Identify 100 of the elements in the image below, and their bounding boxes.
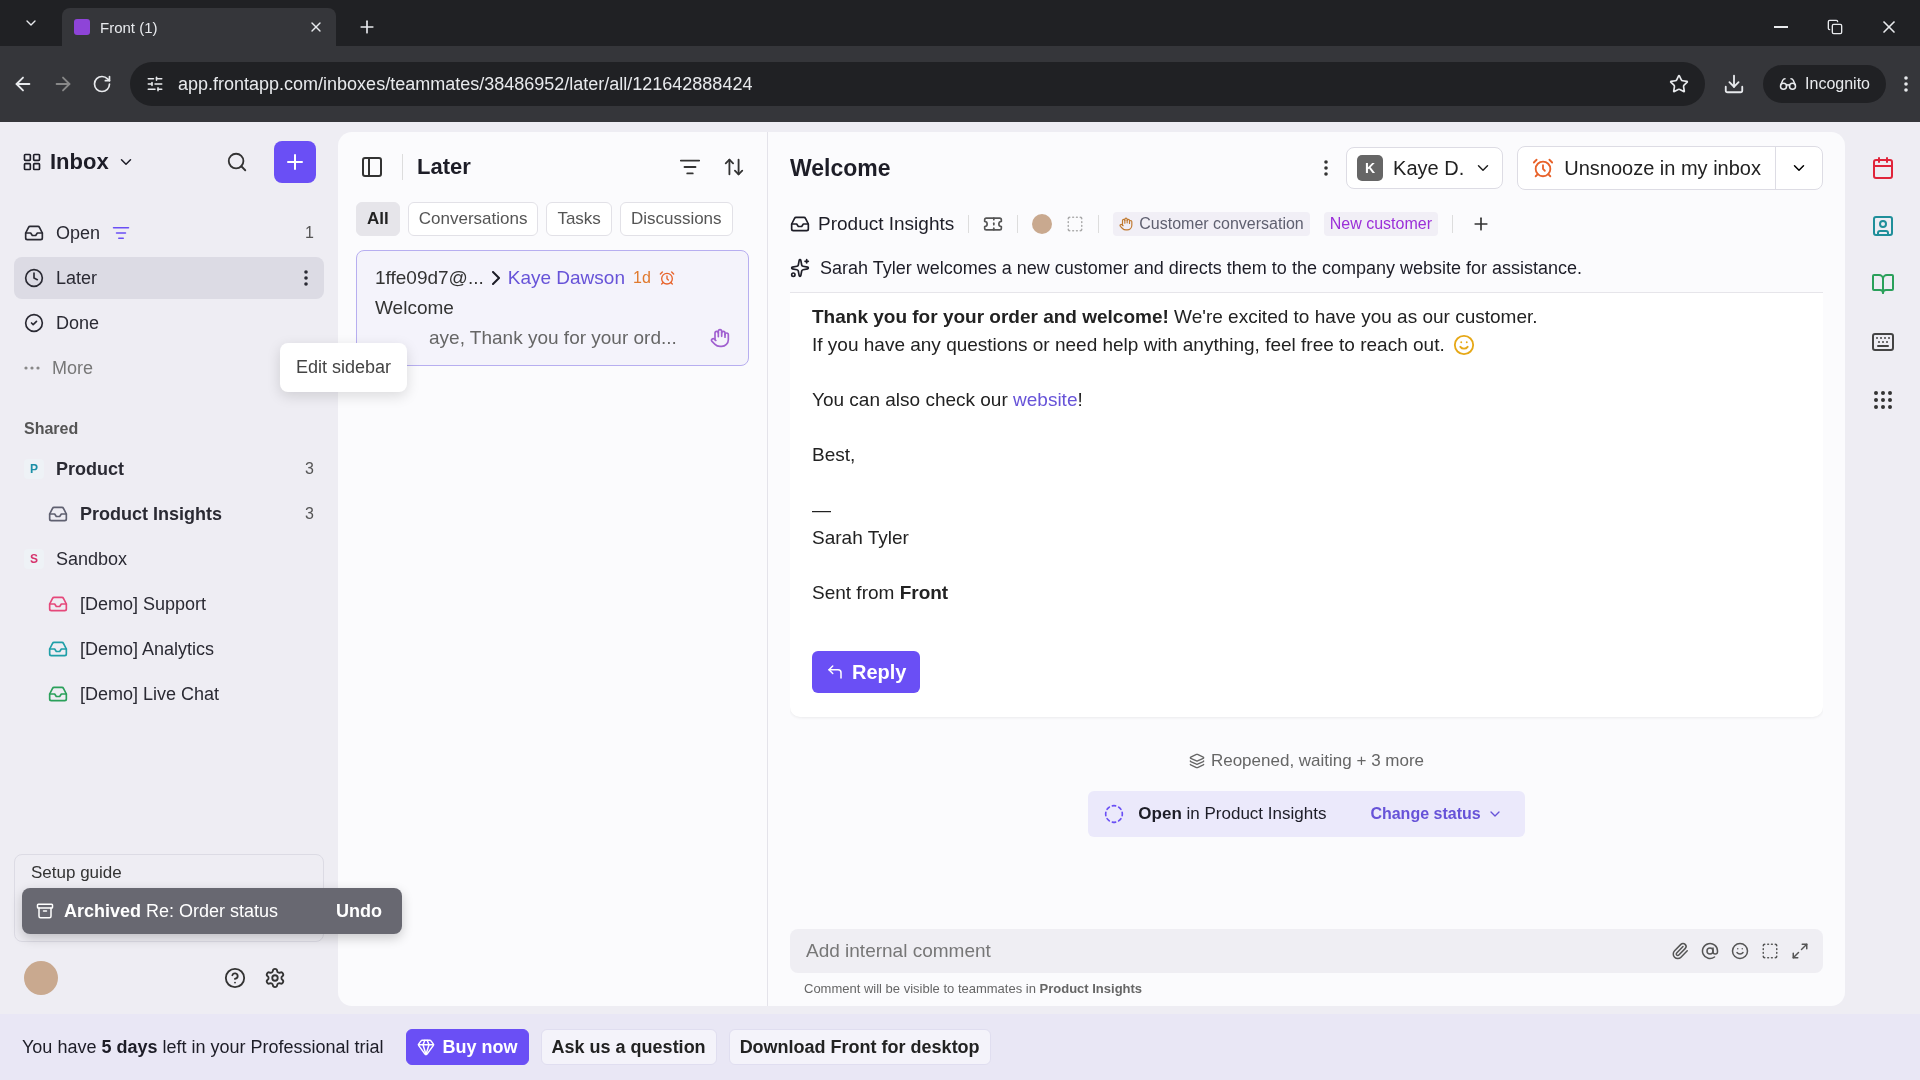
more-options-icon[interactable] [304, 270, 308, 286]
unsnooze-button[interactable]: Unsnooze in my inbox [1518, 147, 1776, 189]
placeholder-icon [1066, 215, 1085, 233]
inbox-switcher[interactable]: Inbox [50, 149, 135, 175]
menu-icon[interactable] [1904, 76, 1908, 92]
toast-message: Archived Re: Order status [64, 900, 280, 922]
change-status-button[interactable]: Change status [1364, 804, 1509, 824]
attach-icon [1671, 942, 1689, 960]
tooltip: Edit sidebar [280, 343, 408, 392]
message-text: Sent from Front [812, 581, 950, 605]
keyboard-icon [1870, 330, 1895, 354]
team-letter-icon: S [24, 549, 44, 569]
gem-icon [416, 1038, 435, 1056]
smiley-icon [1452, 334, 1475, 356]
list-title: Later [402, 154, 471, 180]
assignee-initial: K [1357, 155, 1384, 181]
compose-button[interactable] [274, 141, 316, 183]
avatar [1032, 214, 1053, 234]
glasses-icon [1779, 75, 1798, 93]
message-text: Thank you for your order and welcome! We're excited to have you as our customer. [812, 305, 1539, 329]
reload-icon [92, 74, 112, 94]
sidebar-item[interactable]: [Demo] Analytics [14, 628, 324, 670]
sparkle-icon [790, 258, 810, 278]
search-icon [226, 151, 248, 173]
contact-icon [1870, 214, 1895, 238]
incognito-indicator[interactable]: Incognito [1763, 65, 1886, 103]
panel-icon [360, 155, 384, 179]
hand-icon [1119, 217, 1134, 231]
time: 1d [633, 269, 651, 287]
reply-button[interactable]: Reply [812, 651, 921, 693]
sidebar-item[interactable]: [Demo] Live Chat [14, 673, 324, 715]
browser-tab[interactable]: Front (1) [62, 8, 336, 46]
sidebar-item[interactable]: [Demo] Support [14, 583, 324, 625]
status-icon [1104, 804, 1125, 824]
filter-tab[interactable]: Tasks [546, 202, 612, 236]
mention-icon [1701, 942, 1719, 960]
tag[interactable]: New customer [1323, 212, 1438, 236]
comment-note: Comment will be visible to teammates in Product Insights [803, 980, 1144, 998]
sidebar-item[interactable]: P Product 3 [14, 448, 324, 490]
banner-button[interactable]: Ask us a question [540, 1029, 717, 1065]
minimize-icon [1774, 26, 1788, 28]
favicon-icon [74, 19, 90, 35]
book-icon [1870, 272, 1895, 296]
comment-box[interactable]: Add internal comment [790, 929, 1823, 973]
ellipsis-icon [24, 366, 40, 370]
bookmark-star-icon [1669, 74, 1690, 94]
comment-field[interactable]: Add internal comment [804, 939, 1659, 963]
message-text: You can also check our website! [812, 388, 1084, 412]
tag[interactable]: Customer conversation [1113, 212, 1310, 236]
ai-summary: Sarah Tyler welcomes a new customer and directs them to the company website for assistance. [820, 257, 1583, 279]
hand-icon [710, 328, 730, 348]
banner-button[interactable]: Buy now [405, 1029, 529, 1065]
recipient: Kaye Dawson [507, 267, 625, 289]
calendar-icon [1870, 156, 1895, 180]
inbox-icon [790, 214, 810, 234]
more-icon [1324, 160, 1329, 176]
assignee-name: Kaye D. [1393, 156, 1465, 180]
address-bar[interactable]: app.frontapp.com/inboxes/teammates/38486952/later/all/121642888424 [130, 62, 1706, 106]
signature: Sarah Tyler [812, 526, 910, 550]
undo-button[interactable]: Undo [330, 899, 388, 923]
banner-button[interactable]: Download Front for desktop [728, 1029, 991, 1065]
reply-arrow-icon [826, 663, 844, 681]
trial-message: You have 5 days left in your Professional trial [22, 1036, 384, 1058]
inbox-icon [24, 223, 44, 243]
website-link[interactable]: website [1013, 389, 1078, 410]
sidebar-item[interactable]: Product Insights 3 [14, 493, 324, 535]
archive-icon [36, 902, 54, 920]
signature-dash: — [812, 498, 832, 522]
clock-icon [24, 268, 44, 288]
sidebar-item[interactable]: S Sandbox [14, 538, 324, 580]
filter-tab[interactable]: All [356, 202, 400, 236]
help-icon [224, 967, 246, 989]
subject: Welcome [375, 297, 455, 319]
section-heading: Shared [23, 419, 80, 439]
grid-icon [22, 152, 42, 172]
message-text: If you have any questions or need help with anything, feel free to reach out. [812, 333, 1445, 357]
sidebar-item[interactable]: Later [14, 257, 324, 299]
filter-tab[interactable]: Discussions [619, 202, 733, 236]
download-icon [1723, 73, 1746, 95]
conversation-title: Welcome [790, 154, 892, 182]
expand-icon [1791, 942, 1809, 960]
filter-tab[interactable]: Conversations [407, 202, 539, 236]
preview: aye, Thank you for your ord... [428, 327, 678, 349]
settings-icon [264, 967, 286, 989]
check-circle-icon [24, 313, 44, 333]
inbox-tag[interactable]: Product Insights [790, 213, 955, 235]
assignee-dropdown[interactable]: K Kaye D. [1346, 147, 1504, 189]
site-settings-icon [146, 75, 164, 93]
status-summary: Reopened, waiting + 3 more [1210, 751, 1425, 771]
alarm-icon [658, 270, 675, 286]
status-text: Open in Product Insights [1138, 804, 1327, 824]
gif-icon [1761, 942, 1779, 960]
sidebar-item[interactable]: Done [14, 302, 324, 344]
chevron-icon [491, 271, 500, 285]
alarm-icon [1532, 157, 1555, 179]
sidebar-item[interactable]: Open 1 [14, 212, 324, 254]
message-text: Best, [812, 443, 857, 467]
team-letter-icon: P [24, 459, 44, 479]
filter-icon [112, 224, 131, 242]
ticket-icon [983, 214, 1004, 234]
